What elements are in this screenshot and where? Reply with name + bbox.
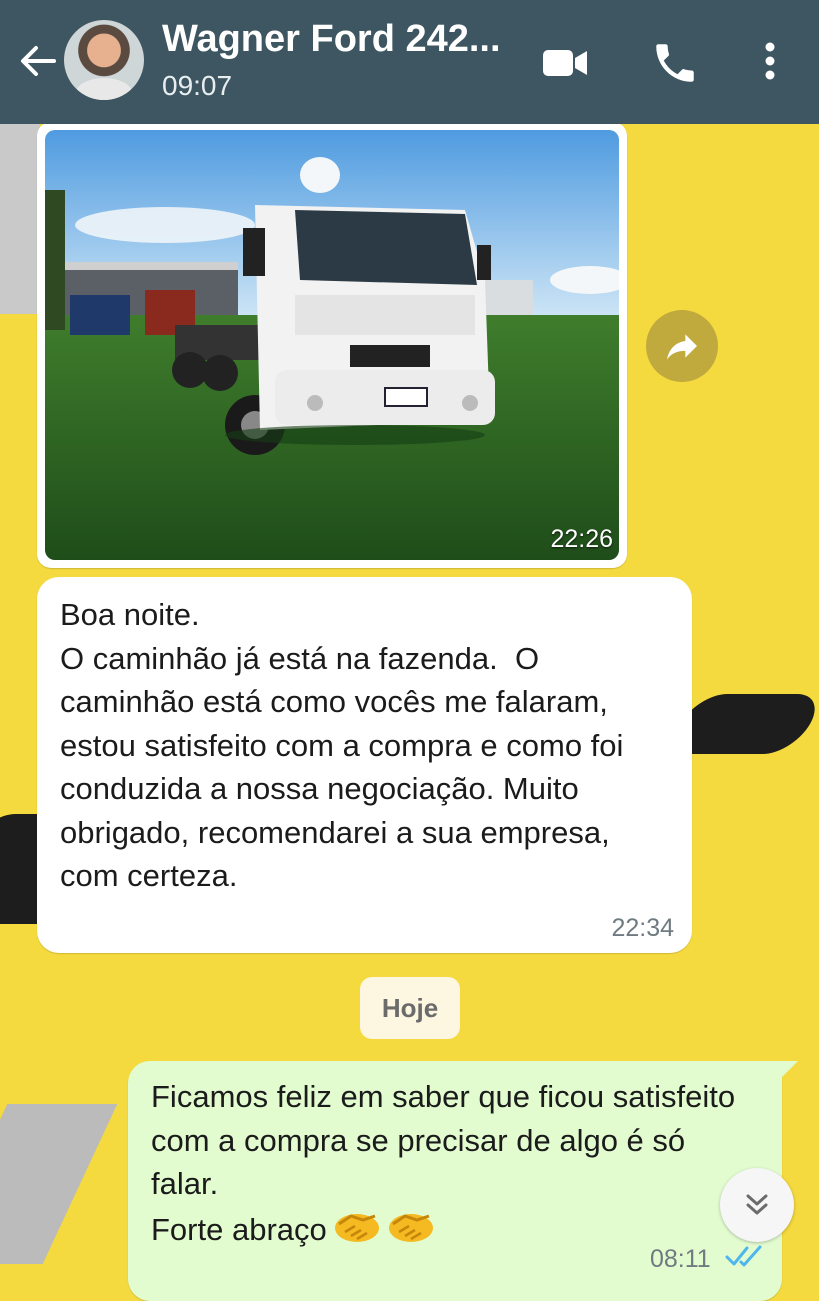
message-text: Boa noite. O caminhão já está na fazenda… (60, 597, 624, 893)
video-call-icon[interactable] (540, 38, 590, 88)
scroll-to-bottom-button[interactable] (720, 1168, 794, 1242)
phone-icon[interactable] (650, 38, 700, 88)
truck-photo[interactable] (45, 130, 619, 560)
message-text: Ficamos feliz em saber que ficou satisfe… (151, 1075, 751, 1257)
outgoing-message[interactable]: Ficamos feliz em saber que ficou satisfe… (128, 1061, 798, 1301)
forward-icon[interactable] (646, 310, 718, 382)
last-seen: 09:07 (162, 70, 233, 101)
incoming-message[interactable]: Boa noite. O caminhão já está na fazenda… (37, 577, 692, 953)
back-arrow-icon[interactable] (16, 40, 58, 82)
image-message[interactable]: 22:26 (37, 122, 627, 568)
handshake-emoji (333, 1206, 437, 1258)
chat-header: Wagner Ford 242... 09:07 (0, 0, 819, 124)
message-time: 22:34 (611, 914, 674, 942)
contact-name[interactable]: Wagner Ford 242... (162, 18, 522, 61)
message-text-content: Ficamos feliz em saber que ficou satisfe… (151, 1079, 736, 1247)
double-chevron-down-icon (746, 1194, 768, 1215)
avatar[interactable] (64, 20, 144, 100)
double-check-icon (725, 1243, 765, 1274)
message-time: 08:11 (650, 1245, 711, 1273)
message-time: 22:26 (550, 525, 613, 553)
more-vertical-icon[interactable] (745, 38, 795, 88)
date-separator: Hoje (360, 977, 460, 1039)
